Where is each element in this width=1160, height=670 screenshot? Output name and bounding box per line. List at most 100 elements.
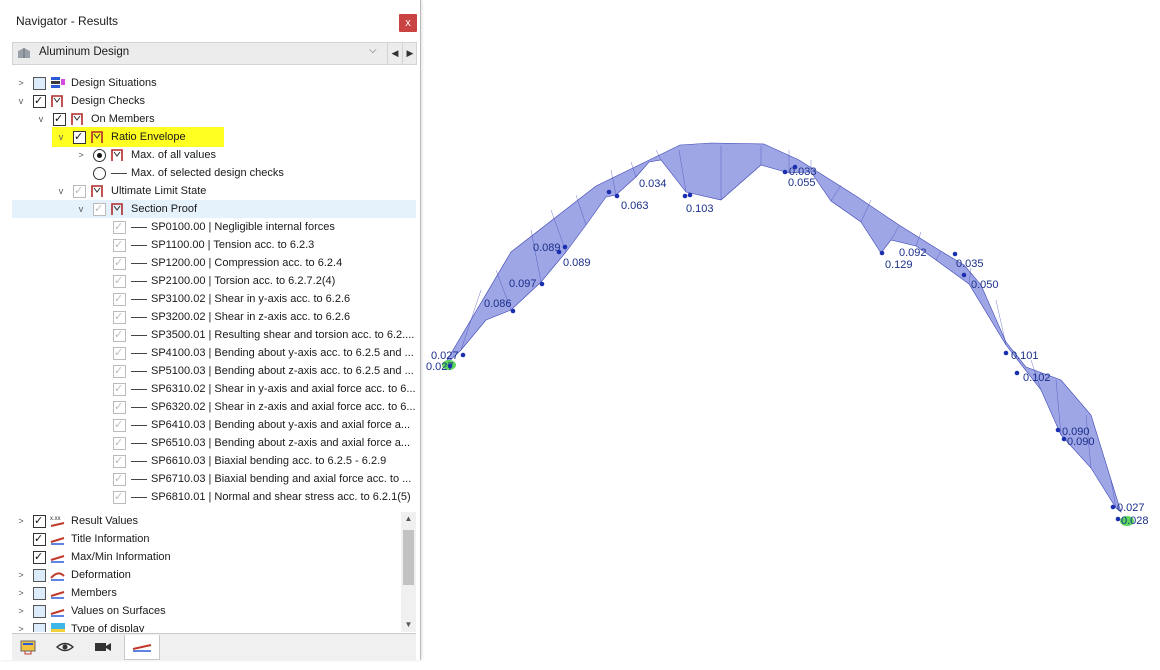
close-button[interactable]: x xyxy=(399,14,417,32)
tree-item-max-all[interactable]: > Max. of all values xyxy=(12,146,412,164)
module-dropdown[interactable]: Aluminum Design ⌵ ◀ ▶ xyxy=(12,42,417,65)
chevron-right-icon[interactable]: > xyxy=(16,602,26,620)
tree-item-proof[interactable]: SP1100.00 | Tension acc. to 6.2.3 xyxy=(12,236,416,254)
tree-item-maxmin-information[interactable]: Max/Min Information xyxy=(12,548,400,566)
design-check-icon xyxy=(51,95,63,107)
line-icon xyxy=(131,299,147,300)
chevron-down-icon[interactable]: v xyxy=(36,110,46,128)
checkbox[interactable] xyxy=(33,605,46,618)
checkbox[interactable] xyxy=(113,344,126,362)
checkbox[interactable] xyxy=(113,254,126,272)
checkbox[interactable] xyxy=(113,416,126,434)
tree-item-proof[interactable]: SP3100.02 | Shear in y-axis acc. to 6.2.… xyxy=(12,290,416,308)
checkbox[interactable] xyxy=(73,182,86,200)
checkbox[interactable] xyxy=(113,452,126,470)
chevron-right-icon[interactable]: > xyxy=(16,566,26,584)
chevron-right-icon[interactable]: > xyxy=(16,584,26,602)
scroll-thumb[interactable] xyxy=(403,530,414,585)
chevron-down-icon[interactable]: ⌵ xyxy=(369,45,377,56)
chevron-right-icon[interactable]: > xyxy=(16,74,26,92)
tree-item-on-members[interactable]: v On Members xyxy=(12,110,412,128)
line-icon xyxy=(131,389,147,390)
deformation-icon xyxy=(50,572,65,581)
checkbox[interactable] xyxy=(33,548,46,566)
checkbox[interactable] xyxy=(113,218,126,236)
tab-data[interactable] xyxy=(12,635,46,659)
tree-item-proof[interactable]: SP6310.02 | Shear in y-axis and axial fo… xyxy=(12,380,416,398)
checkbox[interactable] xyxy=(113,488,126,506)
radio-button[interactable] xyxy=(93,167,106,180)
tree-item-label: SP3200.02 | Shear in z-axis acc. to 6.2.… xyxy=(151,311,351,323)
tree-item-title-information[interactable]: Title Information xyxy=(12,530,400,548)
line-icon xyxy=(111,173,127,174)
checkbox[interactable] xyxy=(93,200,106,218)
tab-display[interactable] xyxy=(48,635,82,659)
tree-item-type-of-display[interactable]: > Type of display xyxy=(12,620,400,632)
checkbox[interactable] xyxy=(33,530,46,548)
previous-arrow-icon[interactable]: ◀ xyxy=(387,43,402,64)
checkbox[interactable] xyxy=(33,587,46,600)
line-icon xyxy=(131,497,147,498)
checkbox[interactable] xyxy=(113,434,126,452)
checkbox[interactable] xyxy=(113,236,126,254)
tree-item-uls[interactable]: v Ultimate Limit State xyxy=(12,182,412,200)
checkbox[interactable] xyxy=(33,512,46,530)
panel-titlebar: Navigator - Results x xyxy=(0,0,420,40)
tree-item-proof[interactable]: SP4100.03 | Bending about y-axis acc. to… xyxy=(12,344,416,362)
tree-item-proof[interactable]: SP3200.02 | Shear in z-axis acc. to 6.2.… xyxy=(12,308,416,326)
tree-item-proof[interactable]: SP3500.01 | Resulting shear and torsion … xyxy=(12,326,416,344)
tree-item-max-selected[interactable]: Max. of selected design checks xyxy=(12,164,412,182)
chevron-down-icon[interactable]: v xyxy=(56,182,66,200)
tree-item-label: Title Information xyxy=(71,533,150,545)
tree-item-proof[interactable]: SP6410.03 | Bending about y-axis and axi… xyxy=(12,416,416,434)
checkbox[interactable] xyxy=(73,128,86,146)
radio-button[interactable] xyxy=(93,149,106,162)
checkbox[interactable] xyxy=(33,77,46,90)
tree-item-proof[interactable]: SP6710.03 | Biaxial bending and axial fo… xyxy=(12,470,416,488)
tree-item-ratio-envelope[interactable]: v Ratio Envelope xyxy=(52,127,224,147)
tree-item-proof[interactable]: SP6510.03 | Bending about z-axis and axi… xyxy=(12,434,416,452)
checkbox[interactable] xyxy=(113,272,126,290)
tree-item-label: Max. of selected design checks xyxy=(131,167,284,179)
checkbox[interactable] xyxy=(113,470,126,488)
tree-item-proof[interactable]: SP6320.02 | Shear in z-axis and axial fo… xyxy=(12,398,416,416)
tree-item-members[interactable]: > Members xyxy=(12,584,400,602)
chevron-down-icon[interactable]: v xyxy=(76,200,86,218)
tree-item-design-checks[interactable]: v Design Checks xyxy=(12,92,412,110)
checkbox[interactable] xyxy=(113,362,126,380)
checkbox[interactable] xyxy=(113,380,126,398)
checkbox[interactable] xyxy=(113,398,126,416)
tree-item-proof[interactable]: SP6810.01 | Normal and shear stress acc.… xyxy=(12,488,416,506)
checkbox[interactable] xyxy=(33,623,46,632)
chevron-right-icon[interactable]: > xyxy=(16,620,26,632)
tab-results[interactable] xyxy=(124,635,160,660)
next-arrow-icon[interactable]: ▶ xyxy=(402,43,417,64)
tree-item-proof[interactable]: SP5100.03 | Bending about z-axis acc. to… xyxy=(12,362,416,380)
scroll-down-icon[interactable]: ▼ xyxy=(401,618,416,632)
model-view[interactable]: 0.027 0.027 0.086 0.097 0.089 0.089 0.06… xyxy=(421,0,1160,670)
scroll-up-icon[interactable]: ▲ xyxy=(401,512,416,526)
tree-scrollbar[interactable]: ▲ ▼ xyxy=(401,512,416,632)
tree-item-proof[interactable]: SP0100.00 | Negligible internal forces xyxy=(12,218,416,236)
checkbox[interactable] xyxy=(53,110,66,128)
chevron-down-icon[interactable]: v xyxy=(56,128,66,146)
tree-item-design-situations[interactable]: > Design Situations xyxy=(12,74,412,92)
tree-item-proof[interactable]: SP2100.00 | Torsion acc. to 6.2.7.2(4) xyxy=(12,272,416,290)
tree-item-values-on-surfaces[interactable]: > Values on Surfaces xyxy=(12,602,400,620)
tree-item-deformation[interactable]: > Deformation xyxy=(12,566,400,584)
tree-item-section-proof[interactable]: v Section Proof xyxy=(12,200,416,218)
checkbox[interactable] xyxy=(113,326,126,344)
design-check-icon xyxy=(91,185,103,197)
chevron-down-icon[interactable]: v xyxy=(16,92,26,110)
tree-item-result-values[interactable]: > x.xx Result Values xyxy=(12,512,400,530)
result-diagram-icon xyxy=(50,555,65,563)
checkbox[interactable] xyxy=(113,308,126,326)
tree-item-proof[interactable]: SP6610.03 | Biaxial bending acc. to 6.2.… xyxy=(12,452,416,470)
tree-item-proof[interactable]: SP1200.00 | Compression acc. to 6.2.4 xyxy=(12,254,416,272)
checkbox[interactable] xyxy=(113,290,126,308)
checkbox[interactable] xyxy=(33,569,46,582)
chevron-right-icon[interactable]: > xyxy=(16,512,26,530)
chevron-right-icon[interactable]: > xyxy=(76,146,86,164)
checkbox[interactable] xyxy=(33,92,46,110)
tab-views[interactable] xyxy=(86,635,120,659)
